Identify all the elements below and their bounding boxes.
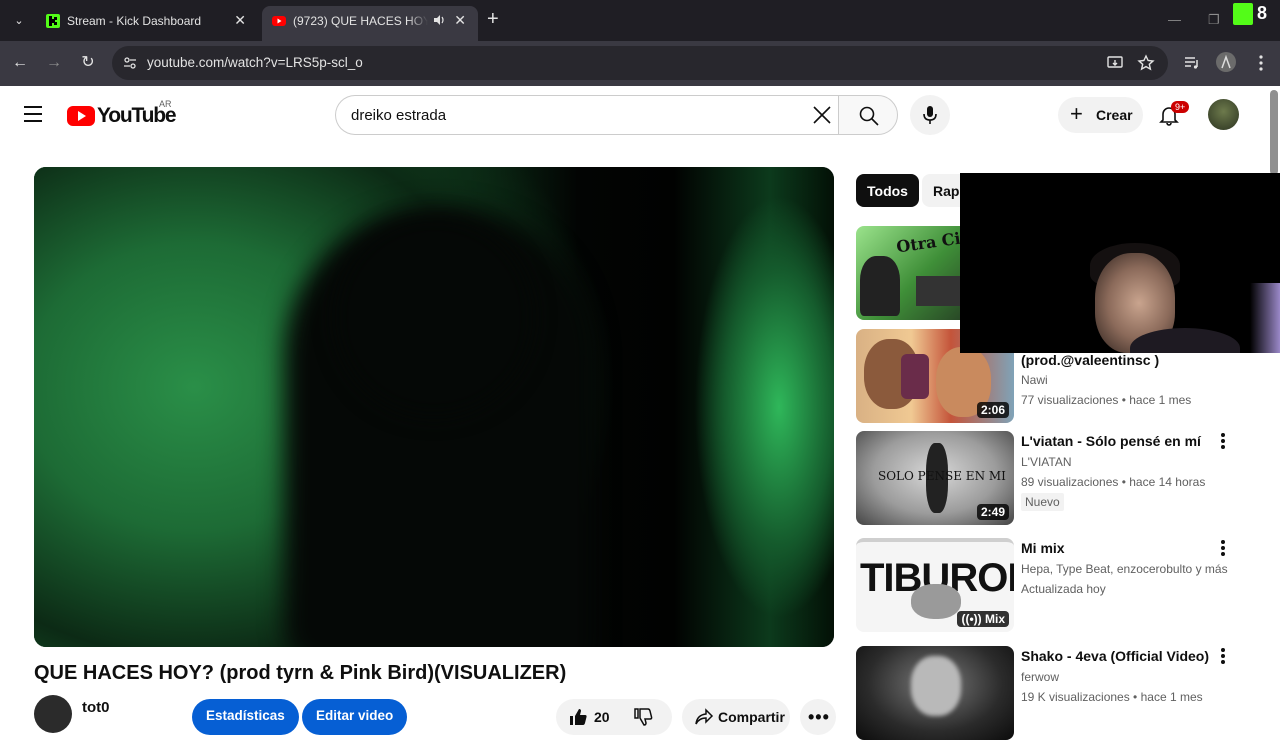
share-label: Compartir: [718, 709, 785, 725]
hamburger-menu-icon[interactable]: [24, 106, 42, 122]
mix-title: Mi mix: [1021, 540, 1065, 556]
search-icon: [859, 106, 879, 126]
site-settings-icon[interactable]: [122, 55, 138, 71]
webcam-overlay: [960, 173, 1280, 353]
channel-name[interactable]: tot0: [82, 699, 110, 716]
tab-title: Stream - Kick Dashboard: [67, 14, 202, 28]
country-code: AR: [159, 99, 172, 109]
tab-youtube-video[interactable]: (9723) QUE HACES HOY? (p ✕: [262, 6, 478, 41]
new-badge: Nuevo: [1021, 493, 1064, 511]
more-vertical-icon[interactable]: [1221, 433, 1227, 451]
restore-icon[interactable]: ❐: [1208, 12, 1220, 28]
channel-name[interactable]: L'VIATAN: [1021, 455, 1072, 469]
like-count: 20: [594, 709, 610, 725]
tab-kick-dashboard[interactable]: Stream - Kick Dashboard ✕: [36, 6, 258, 41]
browser-tab-bar: ⌄ Stream - Kick Dashboard ✕ (9723) QUE H…: [0, 0, 1280, 41]
chip-todos[interactable]: Todos: [856, 174, 919, 207]
video-meta: 19 K visualizaciones • hace 1 mes: [1021, 690, 1203, 704]
forward-arrow-icon[interactable]: →: [45, 54, 63, 72]
video-title: L'viatan - Sólo pensé en mí: [1021, 433, 1201, 449]
install-app-icon[interactable]: [1106, 54, 1124, 72]
page-scrollbar[interactable]: [1270, 90, 1278, 175]
bookmark-star-icon[interactable]: [1137, 54, 1155, 72]
browser-address-bar: ← → ↻ youtube.com/watch?v=LRS5p-scl_o: [0, 41, 1280, 86]
create-label: Crear: [1096, 107, 1133, 123]
plus-icon: +: [1070, 101, 1083, 126]
microphone-icon: [923, 106, 937, 124]
search-query: dreiko estrada: [351, 107, 447, 124]
more-vertical-icon[interactable]: [1221, 648, 1227, 666]
share-button[interactable]: Compartir: [682, 699, 790, 735]
voice-search-button[interactable]: [910, 95, 950, 135]
video-meta: 89 visualizaciones • hace 14 horas: [1021, 475, 1206, 489]
like-thumb-icon[interactable]: [568, 707, 588, 730]
url-text: youtube.com/watch?v=LRS5p-scl_o: [147, 55, 363, 70]
youtube-play-logo-icon: [67, 106, 95, 126]
like-dislike-group: 20: [556, 699, 672, 735]
mix-thumbnail[interactable]: TIBURON ((•)) Mix: [856, 538, 1014, 632]
media-queue-icon[interactable]: [1183, 54, 1201, 72]
kick-favicon-icon: [46, 14, 60, 28]
overlay-number: 8: [1257, 3, 1268, 23]
mix-radio-icon: ((•)): [961, 612, 985, 626]
recommendation-item[interactable]: SOLO PENSE EN MI 2:49 L'viatan - Sólo pe…: [856, 431, 1266, 525]
video-title: Shako - 4eva (Official Video): [1021, 648, 1210, 664]
video-thumbnail[interactable]: [856, 646, 1014, 740]
account-avatar[interactable]: [1208, 99, 1239, 130]
more-actions-button[interactable]: •••: [800, 699, 836, 735]
video-thumbnail[interactable]: SOLO PENSE EN MI 2:49: [856, 431, 1014, 525]
search-input[interactable]: dreiko estrada: [335, 95, 839, 135]
tab-close-icon[interactable]: ✕: [454, 12, 466, 29]
tab-title: (9723) QUE HACES HOY? (p: [293, 14, 428, 28]
omnibox[interactable]: youtube.com/watch?v=LRS5p-scl_o: [112, 46, 1168, 80]
share-arrow-icon: [694, 708, 714, 729]
video-duration: 2:06: [976, 402, 1009, 418]
new-tab-plus-icon[interactable]: +: [487, 9, 499, 29]
profile-avatar-icon[interactable]: [1216, 52, 1236, 72]
video-player[interactable]: [34, 167, 834, 647]
channel-avatar[interactable]: [34, 695, 72, 733]
edit-video-button[interactable]: Editar video: [302, 699, 408, 735]
browser-menu-icon[interactable]: [1252, 54, 1270, 72]
thumbnail-text: SOLO PENSE EN MI: [878, 469, 1006, 483]
more-horizontal-icon: •••: [808, 707, 830, 727]
minimize-icon[interactable]: —: [1168, 12, 1181, 27]
channel-name[interactable]: Nawi: [1021, 373, 1048, 387]
video-duration: 2:49: [976, 504, 1009, 520]
channel-name[interactable]: ferwow: [1021, 670, 1059, 684]
reload-icon[interactable]: ↻: [79, 54, 97, 72]
clear-search-icon[interactable]: [809, 102, 835, 128]
youtube-header: YouTube AR dreiko estrada + Crear 9+: [0, 86, 1280, 144]
create-button[interactable]: + Crear: [1058, 97, 1143, 133]
dislike-thumb-icon[interactable]: [633, 707, 653, 730]
more-vertical-icon[interactable]: [1221, 540, 1227, 558]
video-meta: 77 visualizaciones • hace 1 mes: [1021, 393, 1192, 407]
tab-search-chevron-icon[interactable]: ⌄: [8, 10, 30, 32]
stats-button[interactable]: Estadísticas: [192, 699, 299, 735]
notifications-badge: 9+: [1171, 101, 1190, 113]
back-arrow-icon[interactable]: ←: [11, 54, 29, 72]
mix-updated: Actualizada hoy: [1021, 582, 1106, 596]
video-title: (prod.@valeentinsc ): [1021, 352, 1160, 368]
mix-label: ((•)) Mix: [957, 611, 1009, 627]
youtube-favicon-icon: [272, 14, 286, 28]
recommendation-item[interactable]: Shako - 4eva (Official Video) ferwow 19 …: [856, 646, 1266, 740]
mix-artists: Hepa, Type Beat, enzocerobulto y más: [1021, 562, 1228, 576]
speaker-icon[interactable]: [432, 13, 446, 27]
video-title: QUE HACES HOY? (prod tyrn & Pink Bird)(V…: [34, 662, 567, 684]
kick-logo-overlay-icon: [1233, 3, 1253, 25]
tab-close-icon[interactable]: ✕: [234, 12, 246, 29]
webcam-light-glow: [1250, 283, 1280, 353]
recommendation-item[interactable]: TIBURON ((•)) Mix Mi mix Hepa, Type Beat…: [856, 538, 1266, 632]
video-silhouette-head: [334, 217, 534, 417]
search-button[interactable]: [838, 95, 898, 135]
